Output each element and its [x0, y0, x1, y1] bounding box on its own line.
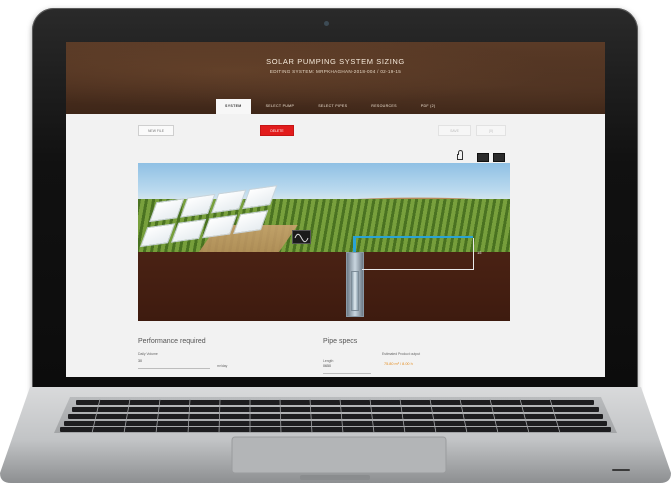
- solar-panel: [180, 193, 216, 218]
- sine-wave-icon: [294, 233, 309, 243]
- solar-panel: [233, 209, 269, 234]
- tab-pdf[interactable]: PDF (2): [412, 99, 445, 114]
- copy-button[interactable]: (0): [476, 125, 506, 136]
- inverter-icon[interactable]: [292, 230, 311, 244]
- tab-select-pipes[interactable]: SELECT PIPES: [309, 99, 356, 114]
- tab-bar: SYSTEM SELECT PUMP SELECT PIPES RESOURCE…: [216, 99, 450, 114]
- pipe-horizontal: [353, 236, 473, 238]
- save-button[interactable]: SAVE: [438, 125, 471, 136]
- daily-volume-input[interactable]: 30: [138, 359, 210, 369]
- app-subtitle: EDITING SYSTEM: MRPKHAGHAN-2018-004 / 02…: [269, 69, 402, 74]
- estimated-output-value: 75.80 m³ / 8.00 h: [384, 362, 413, 366]
- lock-icon[interactable]: [457, 150, 463, 160]
- system-illustration: 15: [138, 163, 510, 321]
- pipe-specs-title: Pipe specs: [323, 338, 358, 345]
- solar-panel: [242, 185, 278, 210]
- laptop-base: [0, 387, 671, 483]
- performance-title: Performance required: [138, 338, 206, 345]
- app-header: SOLAR PUMPING SYSTEM SIZING EDITING SYST…: [66, 42, 605, 114]
- tab-system[interactable]: SYSTEM: [216, 99, 251, 114]
- submersible-pump[interactable]: [351, 271, 359, 311]
- pipe-length-input[interactable]: 0650: [323, 364, 371, 374]
- new-file-button[interactable]: NEW FILE: [138, 125, 174, 136]
- laptop-screen: SOLAR PUMPING SYSTEM SIZING EDITING SYST…: [66, 42, 605, 377]
- dimension-label: 15: [477, 250, 482, 255]
- daily-volume-label: Daily Volume: [138, 352, 158, 356]
- solar-panel: [202, 213, 238, 238]
- trackpad: [231, 436, 447, 474]
- height-dimension-line: [473, 238, 474, 269]
- depth-dimension-line: [362, 269, 474, 270]
- pipe-length-label: Length: [323, 359, 334, 363]
- tab-resources[interactable]: RESOURCES: [362, 99, 405, 114]
- delete-button[interactable]: DELETE: [260, 125, 294, 136]
- zoom-in-icon[interactable]: [493, 153, 505, 162]
- daily-volume-unit: m³/day: [217, 364, 228, 368]
- keyboard-keys: [60, 400, 611, 432]
- webcam-icon: [324, 21, 329, 26]
- zoom-out-icon[interactable]: [477, 153, 489, 162]
- app-title: SOLAR PUMPING SYSTEM SIZING: [266, 57, 405, 66]
- solar-panel: [171, 218, 207, 243]
- solar-panel: [211, 189, 247, 214]
- underground-soil: [138, 252, 510, 321]
- tab-select-pump[interactable]: SELECT PUMP: [257, 99, 304, 114]
- estimated-output-label: Estimated Product output: [382, 352, 421, 356]
